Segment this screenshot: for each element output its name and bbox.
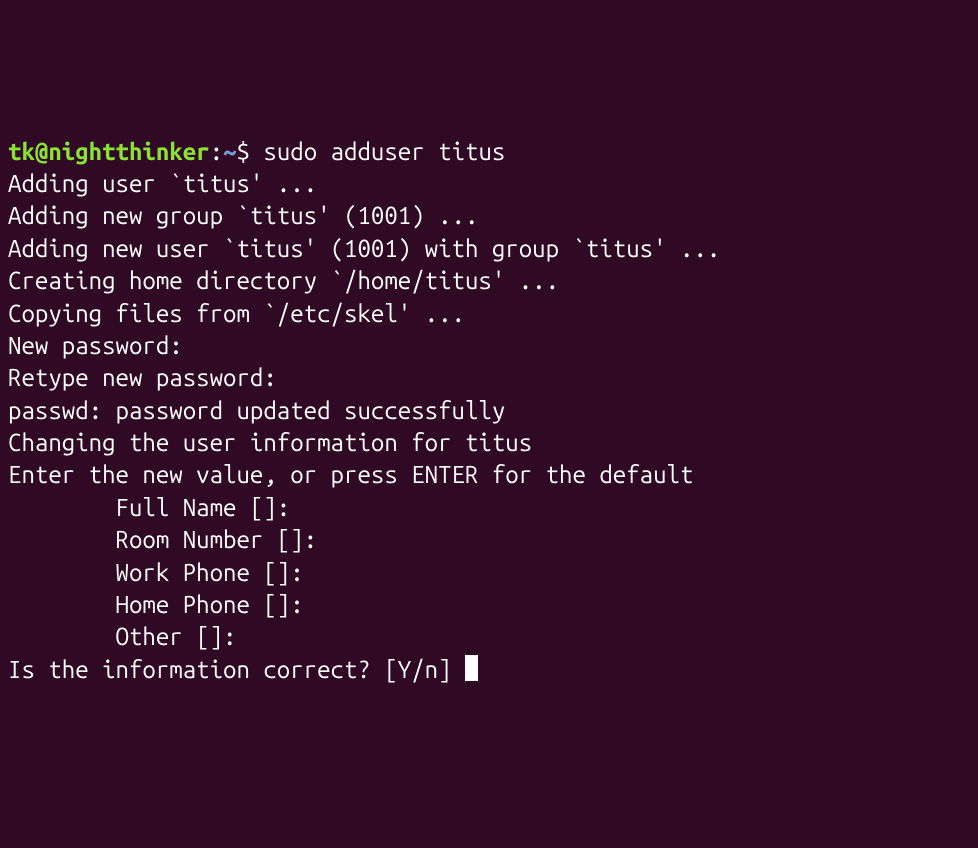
output-line: Room Number []:	[8, 524, 970, 556]
output-line: Other []:	[8, 621, 970, 653]
output-line: Adding new group `titus' (1001) ...	[8, 200, 970, 232]
output-line: New password:	[8, 330, 970, 362]
prompt-user-host: tk@nightthinker	[8, 138, 210, 165]
output-line: Retype new password:	[8, 362, 970, 394]
input-prompt-line[interactable]: Is the information correct? [Y/n]	[8, 654, 970, 686]
confirm-prompt: Is the information correct? [Y/n]	[8, 656, 465, 683]
output-line: Full Name []:	[8, 492, 970, 524]
output-line: Adding user `titus' ...	[8, 168, 970, 200]
prompt-dollar: $	[237, 138, 264, 165]
output-line: passwd: password updated successfully	[8, 395, 970, 427]
output-line: Work Phone []:	[8, 557, 970, 589]
output-line: Enter the new value, or press ENTER for …	[8, 459, 970, 491]
output-line: Changing the user information for titus	[8, 427, 970, 459]
command-text: sudo adduser titus	[263, 138, 505, 165]
output-line: Home Phone []:	[8, 589, 970, 621]
output-line: Creating home directory `/home/titus' ..…	[8, 265, 970, 297]
prompt-separator: :	[210, 138, 223, 165]
terminal[interactable]: tk@nightthinker:~$ sudo adduser titusAdd…	[8, 136, 970, 687]
cursor	[465, 655, 478, 681]
prompt-path: ~	[223, 138, 236, 165]
prompt-line: tk@nightthinker:~$ sudo adduser titus	[8, 136, 970, 168]
output-line: Adding new user `titus' (1001) with grou…	[8, 233, 970, 265]
output-line: Copying files from `/etc/skel' ...	[8, 298, 970, 330]
